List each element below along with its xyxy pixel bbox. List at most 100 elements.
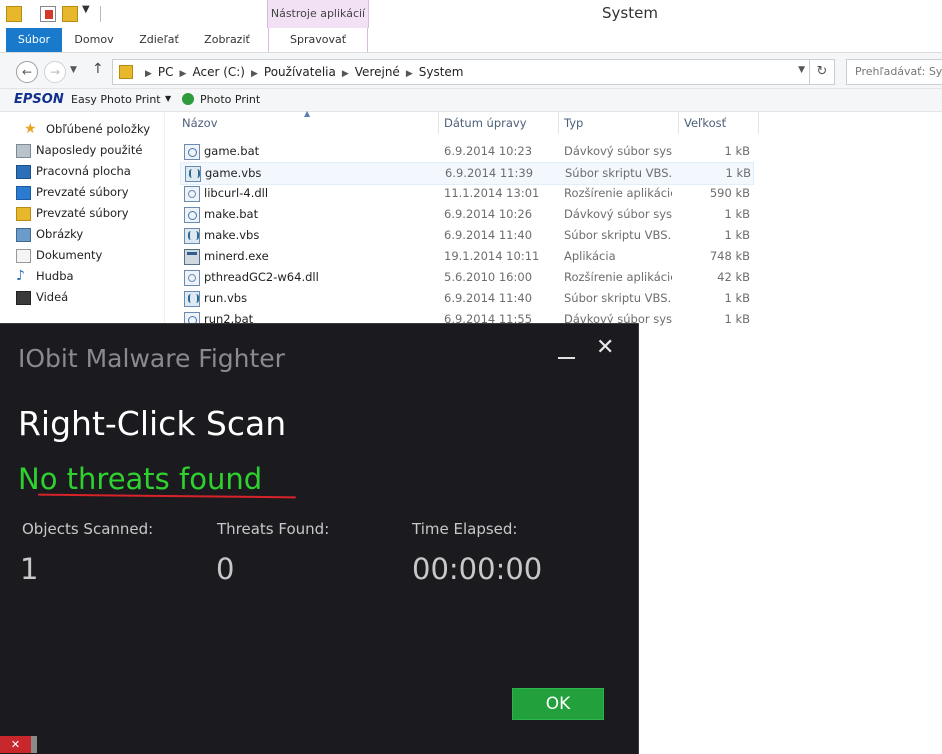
tab-file[interactable]: Súbor bbox=[6, 28, 62, 52]
chevron-right-icon[interactable]: ▶ bbox=[180, 69, 187, 79]
file-size: 1 kB bbox=[724, 228, 750, 242]
nav-downloads[interactable]: Prevzaté súbory bbox=[16, 182, 129, 203]
file-row[interactable]: minerd.exe 19.1.2014 10:11 Aplikácia 748 kB bbox=[180, 246, 754, 267]
recent-locations-chevron-icon[interactable]: ▼ bbox=[70, 65, 77, 75]
file-date: 19.1.2014 10:11 bbox=[444, 249, 540, 263]
time-elapsed-value: 00:00:00 bbox=[412, 552, 543, 586]
file-date: 6.9.2014 10:23 bbox=[444, 144, 533, 158]
minimize-icon[interactable] bbox=[558, 338, 576, 362]
chevron-right-icon[interactable]: ▶ bbox=[406, 69, 413, 79]
file-row[interactable]: run.vbs 6.9.2014 11:40 Súbor skriptu VBS..… bbox=[180, 288, 754, 309]
nav-downloads-2[interactable]: Prevzaté súbory bbox=[16, 203, 129, 224]
file-type: Súbor skriptu VBS... bbox=[564, 228, 672, 242]
file-row[interactable]: make.bat 6.9.2014 10:26 Dávkový súbor sys.… bbox=[180, 204, 754, 225]
tab-manage[interactable]: Spravovať bbox=[268, 28, 368, 52]
column-header-name[interactable]: Názov bbox=[182, 112, 218, 136]
threats-found-label: Threats Found: bbox=[217, 520, 330, 538]
nav-music[interactable]: ♪ Hudba bbox=[16, 266, 74, 287]
easy-photo-print-dropdown-icon[interactable]: ▼ bbox=[165, 94, 171, 103]
tab-home[interactable]: Domov bbox=[64, 28, 124, 52]
vbs-script-icon bbox=[184, 291, 200, 307]
nav-label: Prevzaté súbory bbox=[36, 185, 129, 199]
objects-scanned-value: 1 bbox=[20, 552, 39, 586]
file-row[interactable]: game.bat 6.9.2014 10:23 Dávkový súbor sys.… bbox=[180, 141, 754, 162]
file-size: 1 kB bbox=[724, 312, 750, 326]
photo-print-icon[interactable] bbox=[182, 93, 194, 105]
nav-favorites[interactable]: ★ Obľúbené položky bbox=[24, 119, 151, 140]
ok-button[interactable]: OK bbox=[512, 688, 604, 720]
breadcrumb-pc[interactable]: PC bbox=[158, 65, 174, 79]
column-header-date[interactable]: Dátum úpravy bbox=[444, 112, 527, 136]
nav-label: Dokumenty bbox=[36, 248, 103, 262]
properties-icon[interactable] bbox=[40, 6, 56, 22]
close-icon[interactable]: ✕ bbox=[596, 336, 614, 360]
nav-label: Naposledy použité bbox=[36, 143, 143, 157]
refresh-button[interactable]: ↻ bbox=[810, 59, 835, 85]
breadcrumb-public[interactable]: Verejné bbox=[355, 65, 400, 79]
file-type: Súbor skriptu VBS... bbox=[565, 166, 673, 180]
file-date: 6.9.2014 11:39 bbox=[445, 166, 534, 180]
breadcrumb-drive[interactable]: Acer (C:) bbox=[192, 65, 245, 79]
chevron-right-icon[interactable]: ▶ bbox=[145, 69, 152, 79]
folder-icon[interactable] bbox=[6, 6, 22, 22]
file-size: 1 kB bbox=[724, 144, 750, 158]
breadcrumb-users[interactable]: Používatelia bbox=[264, 65, 336, 79]
file-name: pthreadGC2-w64.dll bbox=[204, 270, 319, 284]
new-folder-icon[interactable] bbox=[62, 6, 78, 22]
nav-label: Pracovná plocha bbox=[36, 164, 131, 178]
quick-access-dropdown-icon[interactable]: ▼ bbox=[82, 4, 90, 15]
tab-view[interactable]: Zobraziť bbox=[194, 28, 260, 52]
recent-places-icon bbox=[16, 144, 31, 158]
scan-status: No threats found bbox=[18, 462, 263, 496]
dialog-title: IObit Malware Fighter bbox=[18, 344, 285, 373]
nav-videos[interactable]: Videá bbox=[16, 287, 69, 308]
address-dropdown-icon[interactable]: ▼ bbox=[798, 65, 805, 75]
file-row[interactable]: pthreadGC2-w64.dll 5.6.2010 16:00 Rozšíren… bbox=[180, 267, 754, 288]
nav-documents[interactable]: Dokumenty bbox=[16, 245, 103, 266]
column-header-size[interactable]: Veľkosť bbox=[684, 112, 726, 136]
title-bar: ▼ Nástroje aplikácií System bbox=[0, 0, 942, 28]
objects-scanned-label: Objects Scanned: bbox=[22, 520, 154, 538]
nav-label: Obľúbené položky bbox=[46, 122, 151, 136]
dll-file-icon bbox=[184, 270, 200, 286]
chevron-right-icon[interactable]: ▶ bbox=[342, 69, 349, 79]
ribbon-tabs: Súbor Domov Zdieľať Zobraziť Spravovať bbox=[0, 28, 942, 53]
file-size: 748 kB bbox=[709, 249, 750, 263]
photo-print-button[interactable]: Photo Print bbox=[200, 93, 260, 106]
forward-button[interactable]: → bbox=[44, 61, 66, 83]
context-tab-group-label: Nástroje aplikácií bbox=[267, 0, 369, 28]
window-title: System bbox=[602, 4, 658, 22]
dll-file-icon bbox=[184, 186, 200, 202]
file-row[interactable]: game.vbs 6.9.2014 11:39 Súbor skriptu VBS.… bbox=[180, 162, 754, 185]
file-type: Rozšírenie aplikácie bbox=[564, 270, 672, 284]
chevron-right-icon[interactable]: ▶ bbox=[251, 69, 258, 79]
file-type: Dávkový súbor sys... bbox=[564, 144, 672, 158]
breadcrumb: ▶ PC ▶ Acer (C:) ▶ Používatelia ▶ Verejné ▶ Syste… bbox=[139, 60, 464, 84]
divider bbox=[678, 112, 679, 134]
breadcrumb-system[interactable]: System bbox=[419, 65, 464, 79]
file-size: 1 kB bbox=[724, 291, 750, 305]
file-row[interactable]: libcurl-4.dll 11.1.2014 13:01 Rozšírenie a… bbox=[180, 183, 754, 204]
up-arrow-icon[interactable]: ↑ bbox=[92, 61, 104, 77]
file-type: Aplikácia bbox=[564, 249, 616, 263]
easy-photo-print-button[interactable]: Easy Photo Print bbox=[71, 93, 161, 106]
address-bar[interactable]: ▶ PC ▶ Acer (C:) ▶ Používatelia ▶ Verejné ▶ Syste… bbox=[112, 59, 810, 85]
divider bbox=[438, 112, 439, 134]
taskbar-edge bbox=[31, 736, 37, 753]
documents-icon bbox=[16, 249, 31, 263]
file-row[interactable]: make.vbs 6.9.2014 11:40 Súbor skriptu VBS.… bbox=[180, 225, 754, 246]
column-header-type[interactable]: Typ bbox=[564, 112, 583, 136]
back-button[interactable]: ← bbox=[16, 61, 38, 83]
time-elapsed-label: Time Elapsed: bbox=[412, 520, 518, 538]
nav-recent[interactable]: Naposledy použité bbox=[16, 140, 143, 161]
malware-fighter-dialog: IObit Malware Fighter ✕ Right-Click Scan… bbox=[0, 323, 639, 754]
music-note-icon: ♪ bbox=[16, 268, 25, 284]
search-input[interactable]: Prehľadávať: System bbox=[846, 59, 942, 85]
tab-share[interactable]: Zdieľať bbox=[126, 28, 192, 52]
threats-found-value: 0 bbox=[216, 552, 235, 586]
file-date: 6.9.2014 11:40 bbox=[444, 228, 533, 242]
close-icon[interactable]: ✕ bbox=[0, 736, 31, 753]
nav-label: Videá bbox=[36, 290, 69, 304]
nav-desktop[interactable]: Pracovná plocha bbox=[16, 161, 131, 182]
nav-pictures[interactable]: Obrázky bbox=[16, 224, 83, 245]
